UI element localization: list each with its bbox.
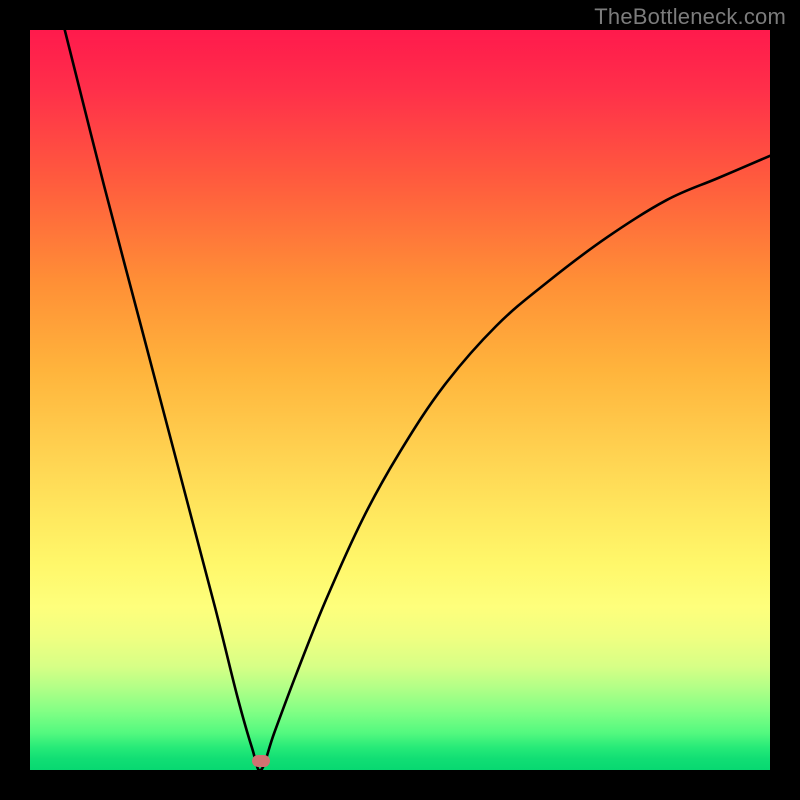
- chart-frame: TheBottleneck.com: [0, 0, 800, 800]
- plot-area: [30, 30, 770, 770]
- minimum-marker: [252, 755, 270, 767]
- bottleneck-curve: [30, 30, 770, 770]
- watermark-text: TheBottleneck.com: [594, 4, 786, 30]
